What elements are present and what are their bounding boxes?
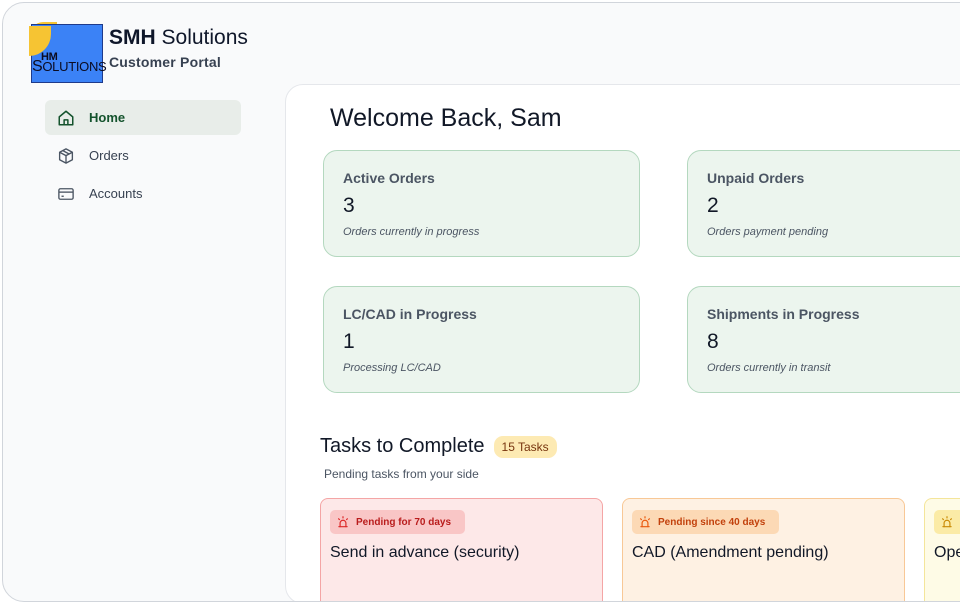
brand[interactable]: S HM OLUTIONS SMH Solutions Customer Porta… bbox=[29, 22, 248, 84]
app-window: S HM OLUTIONS SMH Solutions Customer Porta… bbox=[2, 2, 960, 602]
sidebar-item-home[interactable]: Home bbox=[45, 100, 241, 135]
stat-card-unpaid-orders[interactable]: Unpaid Orders 2 Orders payment pending bbox=[687, 150, 960, 257]
stat-description: Orders payment pending bbox=[707, 226, 829, 238]
task-status-badge: Pending since 40 days bbox=[632, 510, 780, 534]
task-card[interactable]: P Ope bbox=[924, 498, 960, 601]
brand-name: SMH Solutions bbox=[109, 26, 248, 49]
task-title: Ope bbox=[934, 544, 960, 561]
home-icon bbox=[58, 110, 74, 125]
tasks-count-badge: 15 Tasks bbox=[493, 435, 557, 458]
stat-description: Orders currently in progress bbox=[343, 226, 480, 238]
stat-title: Shipments in Progress bbox=[707, 306, 860, 322]
stat-title: Unpaid Orders bbox=[707, 170, 805, 186]
box-icon bbox=[58, 147, 74, 164]
task-title: CAD (Amendment pending) bbox=[632, 544, 829, 561]
task-title: Send in advance (security) bbox=[330, 544, 520, 561]
sidebar-item-label: Orders bbox=[89, 148, 129, 163]
task-status-badge: Pending for 70 days bbox=[330, 510, 466, 534]
stat-value: 3 bbox=[343, 194, 355, 217]
sidebar-item-label: Accounts bbox=[89, 186, 143, 201]
page-title: Welcome Back, Sam bbox=[330, 104, 562, 132]
tasks-title: Tasks to Complete bbox=[320, 435, 485, 457]
stat-title: Active Orders bbox=[343, 170, 435, 186]
stat-title: LC/CAD in Progress bbox=[343, 306, 477, 322]
task-status-badge: P bbox=[934, 510, 960, 534]
sidebar-item-accounts[interactable]: Accounts bbox=[45, 176, 241, 211]
card-icon bbox=[58, 187, 74, 200]
task-card[interactable]: Pending since 40 days CAD (Amendment pen… bbox=[622, 498, 905, 601]
sidebar-item-orders[interactable]: Orders bbox=[45, 138, 241, 173]
dashboard-panel: Welcome Back, Sam Active Orders 3 Orders… bbox=[285, 84, 960, 601]
tasks-subtitle: Pending tasks from your side bbox=[324, 467, 479, 481]
stat-value: 1 bbox=[343, 330, 355, 353]
stat-value: 2 bbox=[707, 194, 719, 217]
stat-card-active-orders[interactable]: Active Orders 3 Orders currently in prog… bbox=[323, 150, 640, 257]
sidebar-nav: Home Orders Accounts bbox=[45, 100, 241, 214]
stat-card-shipments[interactable]: Shipments in Progress 8 Orders currently… bbox=[687, 286, 960, 393]
stat-card-lc-cad[interactable]: LC/CAD in Progress 1 Processing LC/CAD bbox=[323, 286, 640, 393]
stat-description: Orders currently in transit bbox=[707, 362, 831, 374]
stat-description: Processing LC/CAD bbox=[343, 362, 441, 374]
tasks-header: Tasks to Complete 15 Tasks bbox=[320, 435, 557, 458]
alarm-icon bbox=[942, 516, 952, 528]
brand-subtitle: Customer Portal bbox=[109, 54, 221, 70]
task-card[interactable]: Pending for 70 days Send in advance (sec… bbox=[320, 498, 603, 601]
alarm-icon bbox=[640, 516, 650, 528]
alarm-icon bbox=[338, 516, 348, 528]
stat-value: 8 bbox=[707, 330, 719, 353]
sidebar-item-label: Home bbox=[89, 110, 126, 125]
company-logo: S HM OLUTIONS bbox=[29, 22, 107, 84]
